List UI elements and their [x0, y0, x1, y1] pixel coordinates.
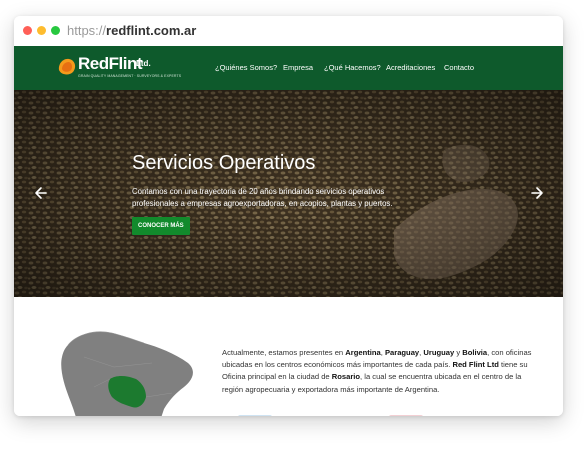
- url-scheme: https://: [67, 23, 107, 38]
- nav-item-que-hacemos[interactable]: ¿Qué Hacemos?: [324, 61, 381, 75]
- country-bolivia: Bolivia: [462, 348, 488, 357]
- brand-tagline: GRAIN QUALITY MANAGEMENT · SURVEYORS & E…: [78, 74, 182, 78]
- about-text-1: Actualmente, estamos presentes en: [222, 348, 346, 357]
- hero-slider: Servicios Operativos Contamos con una tr…: [14, 90, 563, 297]
- brand-suffix: Ltd.: [136, 59, 151, 68]
- nav-item-empresa[interactable]: Empresa: [283, 61, 313, 75]
- flag-chip: [389, 415, 423, 416]
- country-argentina: Argentina: [345, 348, 381, 357]
- site-header: RedFlint Ltd. GRAIN QUALITY MANAGEMENT ·…: [14, 46, 563, 90]
- presence-paragraph: Actualmente, estamos presentes en Argent…: [222, 347, 534, 396]
- arrow-left-icon[interactable]: [33, 186, 47, 200]
- browser-window: https://redflint.com.ar RedFlint Ltd. GR…: [14, 16, 563, 416]
- city-rosario: Rosario: [331, 372, 361, 382]
- maximize-window-button[interactable]: [51, 26, 60, 35]
- south-america-map: [61, 331, 193, 416]
- presence-section: Actualmente, estamos presentes en Argent…: [14, 297, 563, 416]
- company-name: Red Flint Ltd: [452, 360, 499, 370]
- hero-description: Contamos con una trayectoria de 20 años …: [132, 187, 393, 208]
- close-window-button[interactable]: [23, 26, 32, 35]
- country-uruguay: Uruguay: [423, 348, 455, 357]
- conocer-mas-button[interactable]: CONOCER MÁS: [132, 217, 190, 235]
- nav-item-contacto[interactable]: Contacto: [444, 61, 474, 75]
- nav-item-quienes-somos[interactable]: ¿Quiénes Somos?: [215, 61, 277, 75]
- hero-title: Servicios Operativos: [132, 152, 316, 174]
- logo[interactable]: RedFlint Ltd. GRAIN QUALITY MANAGEMENT ·…: [56, 54, 181, 82]
- country-paraguay: Paraguay: [384, 348, 420, 357]
- url-host: redflint.com.ar: [106, 23, 197, 38]
- browser-toolbar: https://redflint.com.ar: [14, 16, 563, 47]
- minimize-window-button[interactable]: [37, 26, 46, 35]
- brand-name: RedFlint: [78, 54, 143, 73]
- arrow-right-icon[interactable]: [531, 186, 545, 200]
- nav-item-acreditaciones[interactable]: Acreditaciones: [386, 61, 435, 75]
- flint-logo-icon: [58, 58, 76, 75]
- address-bar[interactable]: https://redflint.com.ar: [67, 22, 196, 40]
- flag-chip: [238, 415, 272, 416]
